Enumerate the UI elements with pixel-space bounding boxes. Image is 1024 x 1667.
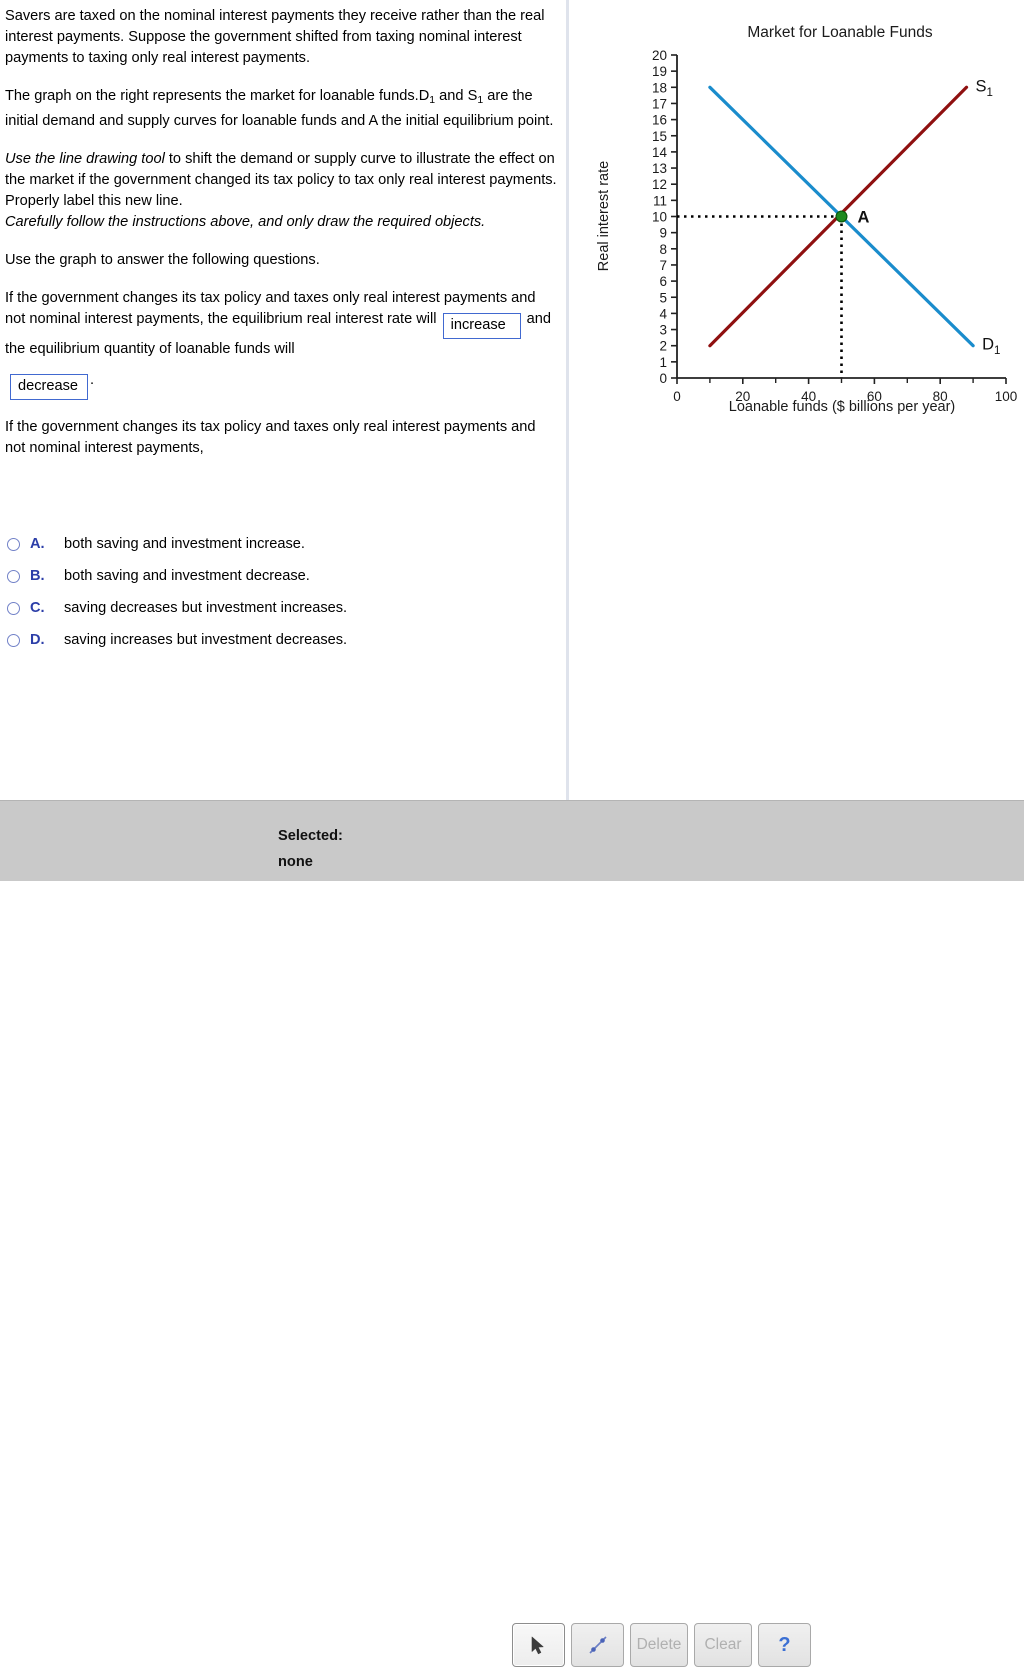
equilibrium-point-marker[interactable] [835, 210, 848, 223]
loanable-funds-chart[interactable]: 01234567891011121314151617181920 0 20 40 60… [566, 0, 1024, 440]
x-tick-label: 0 [673, 389, 681, 404]
equilibrium-point-label: A [858, 209, 870, 227]
choice-letter: B. [30, 568, 45, 584]
exercise-page: Savers are taxed on the nominal interest… [0, 0, 1024, 1667]
delete-button[interactable]: Delete [630, 1623, 688, 1667]
cursor-arrow-icon [531, 1636, 544, 1654]
y-tick-label: 11 [653, 193, 667, 208]
drawing-toolbar: Selected: none Delete Clear ? [0, 800, 1024, 1667]
quantity-answer-dropdown[interactable]: decrease [10, 374, 88, 400]
y-tick-label: 7 [659, 258, 667, 273]
radio-icon[interactable] [7, 601, 20, 615]
choice-option-d[interactable]: D. saving increases but investment decre… [7, 624, 547, 656]
y-tick-label: 0 [659, 371, 667, 386]
fill-in-paragraph: If the government changes its tax policy… [5, 288, 557, 400]
tool-button-group: Delete Clear ? [512, 1623, 811, 1667]
y-tick-label: 12 [652, 177, 667, 192]
x-axis-title: Loanable funds ($ billions per year) [729, 399, 956, 415]
mc-stem-paragraph: If the government changes its tax policy… [5, 419, 536, 456]
tool-instruction-paragraph: Use the line drawing tool to shift the d… [5, 149, 557, 233]
y-axis-ticks [671, 54, 677, 379]
choice-text: saving decreases but investment increase… [64, 600, 348, 616]
y-axis-tick-labels: 01234567891011121314151617181920 [652, 48, 668, 386]
y-tick-label: 10 [652, 210, 667, 225]
choice-option-c[interactable]: C. saving decreases but investment incre… [7, 592, 547, 624]
y-tick-label: 4 [659, 306, 667, 321]
selected-value: none [278, 854, 313, 870]
clear-button[interactable]: Clear [694, 1623, 752, 1667]
line-tool-button[interactable] [571, 1623, 624, 1667]
help-button[interactable]: ? [758, 1623, 811, 1667]
choice-text: both saving and investment increase. [64, 536, 305, 552]
content-area: Savers are taxed on the nominal interest… [0, 0, 1024, 800]
choice-option-a[interactable]: A. both saving and investment increase. [7, 528, 547, 560]
y-tick-label: 16 [652, 113, 667, 128]
radio-icon[interactable] [7, 569, 20, 583]
y-tick-label: 15 [652, 129, 667, 144]
graph-description-part1: The graph on the right represents the ma… [5, 88, 430, 104]
y-tick-label: 1 [659, 355, 667, 370]
follow-instructions-emphasis: Carefully follow the instructions above,… [5, 214, 486, 230]
question-panel: Savers are taxed on the nominal interest… [5, 6, 557, 476]
rate-answer-dropdown[interactable]: increase [442, 313, 521, 339]
curve-label-S1: S1 [976, 77, 993, 99]
y-tick-label: 5 [659, 290, 667, 305]
radio-icon[interactable] [7, 633, 20, 647]
y-tick-label: 13 [652, 161, 667, 176]
y-tick-label: 20 [652, 48, 667, 63]
chart-panel: Market for Loanable Funds 0 1 2 3 4 5 6 7 8 9 10 11… [566, 0, 1024, 440]
y-tick-label: 18 [652, 80, 667, 95]
selected-status: Selected: none [278, 823, 343, 875]
curve-label-D1: D1 [982, 336, 1000, 358]
pointer-tool-button[interactable] [512, 1623, 565, 1667]
y-tick-label: 8 [659, 242, 667, 257]
x-tick-label: 100 [995, 389, 1018, 404]
choice-letter: D. [30, 632, 45, 648]
curve-labels: D1 S1 [976, 77, 1001, 357]
use-graph-paragraph: Use the graph to answer the following qu… [5, 252, 320, 268]
y-tick-label: 2 [659, 339, 667, 354]
graph-description-part2: and S [435, 88, 478, 104]
line-draw-icon [588, 1636, 607, 1654]
choice-text: both saving and investment decrease. [64, 568, 310, 584]
graph-description-paragraph: The graph on the right represents the ma… [5, 86, 557, 132]
y-tick-label: 14 [652, 145, 668, 160]
choice-letter: C. [30, 600, 45, 616]
multiple-choice-group: A. both saving and investment increase. … [7, 528, 547, 656]
y-axis-title: Real interest rate [596, 161, 612, 271]
choice-text: saving increases but investment decrease… [64, 632, 348, 648]
y-tick-label: 9 [659, 226, 667, 241]
intro-paragraph: Savers are taxed on the nominal interest… [5, 8, 545, 66]
selected-label: Selected: [278, 828, 343, 844]
y-tick-label: 19 [652, 64, 667, 79]
choice-option-b[interactable]: B. both saving and investment decrease. [7, 560, 547, 592]
fill-in-period: . [90, 372, 95, 388]
quantity-answer-line: decrease. [5, 370, 557, 400]
line-drawing-tool-emphasis: Use the line drawing tool [5, 151, 165, 167]
radio-icon[interactable] [7, 537, 20, 551]
y-tick-label: 17 [652, 96, 667, 111]
choice-letter: A. [30, 536, 45, 552]
y-tick-label: 3 [659, 323, 667, 338]
y-tick-label: 6 [659, 274, 667, 289]
